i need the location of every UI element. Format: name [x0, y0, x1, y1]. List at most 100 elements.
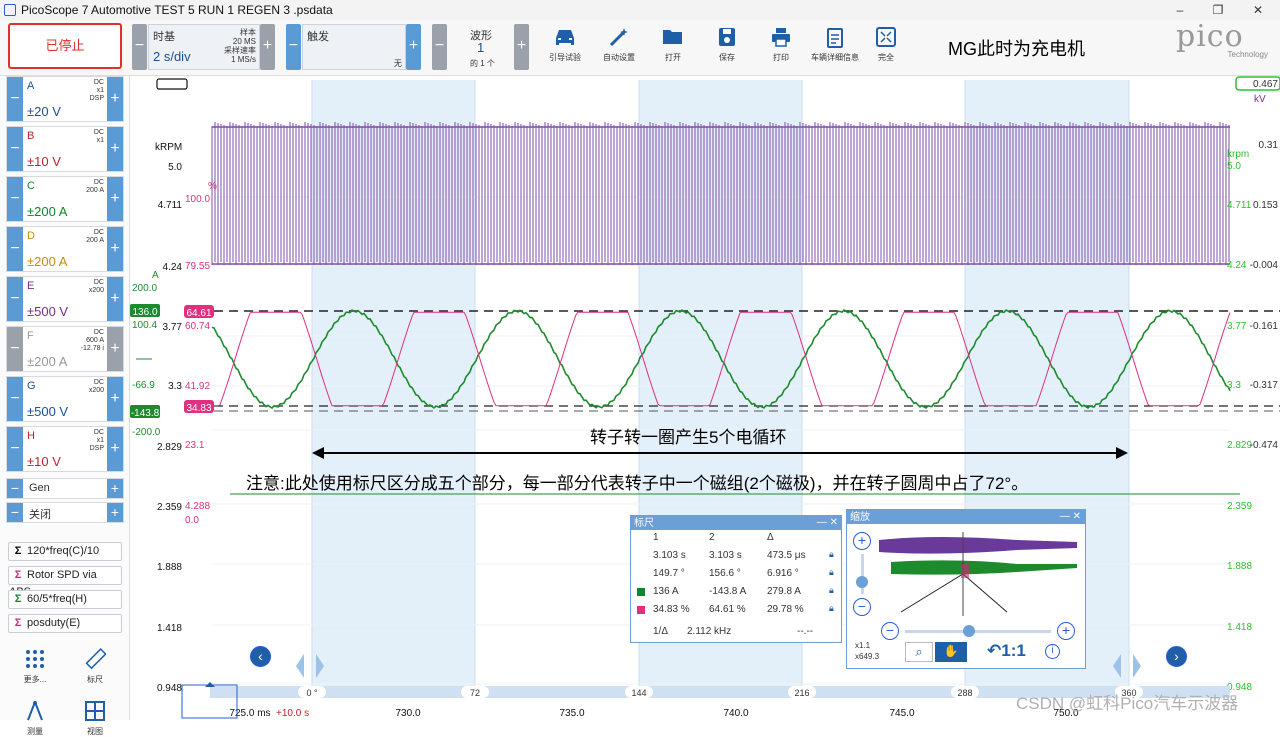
- math-channel-button[interactable]: Σ 120*freq(C)/10: [8, 542, 122, 561]
- left-pink-axis-label: 60.74: [185, 321, 210, 332]
- info-icon[interactable]: i: [1045, 644, 1060, 659]
- zoom-out-vertical-button[interactable]: −: [853, 598, 871, 616]
- trigger-increase-button[interactable]: +: [406, 24, 421, 70]
- zoom-in-horizontal-button[interactable]: +: [1057, 622, 1075, 640]
- lock-icon[interactable]: 🔒︎: [829, 567, 834, 578]
- maximize-button[interactable]: ❐: [1198, 0, 1238, 20]
- save-button[interactable]: 保存: [702, 24, 752, 72]
- printer-icon: [772, 28, 790, 47]
- horizontal-zoom-thumb[interactable]: [963, 625, 975, 637]
- previous-page-button[interactable]: ‹: [250, 646, 271, 667]
- note-annotation: 注意:此处使用标尺区分成五个部分，每一部分代表转子中一个磁组(2个磁极)，并在转…: [246, 474, 1029, 493]
- minimize-button[interactable]: –: [1160, 0, 1200, 20]
- channel-range-decrease-button[interactable]: −: [7, 277, 23, 321]
- lock-icon[interactable]: 🔒︎: [829, 585, 834, 596]
- zoom-overview-panel[interactable]: 缩放 — ✕ + − − + x1.1 x649.3 ⌕ ✋ ↶1:1 i: [846, 509, 1086, 669]
- hand-icon: ✋: [943, 644, 959, 658]
- next-page-button[interactable]: ›: [1166, 646, 1187, 667]
- lock-icon[interactable]: 🔒︎: [829, 549, 834, 560]
- left-axis-label: kRPM: [155, 142, 182, 153]
- math-channel-button[interactable]: Σposduty(E): [8, 614, 122, 633]
- lock-icon[interactable]: 🔒︎: [829, 603, 834, 614]
- right-axis-label: -0.161: [1250, 321, 1279, 332]
- ruler-tool-button[interactable]: 标尺: [70, 648, 120, 685]
- open-button[interactable]: 打开: [648, 24, 698, 72]
- vertical-zoom-slider[interactable]: [861, 554, 864, 594]
- channel-sidebar: − A DC x1 DSP ±20 V + − B DC x1 ±10 V + − C DC 200 A ±200…: [0, 76, 130, 736]
- phase-tick-label: 216: [794, 688, 809, 698]
- guided-test-button[interactable]: 引导试验: [540, 24, 590, 72]
- channel-range-increase-button[interactable]: +: [107, 127, 123, 171]
- trigger-mode: 无: [394, 59, 402, 68]
- pan-tool-button[interactable]: ✋: [935, 642, 967, 662]
- compass-tool-button[interactable]: 测量: [10, 700, 60, 737]
- generator-state-decrease-button[interactable]: −: [7, 503, 23, 522]
- channel-f-control[interactable]: − F DC 600 A -12.78 i ±200 A +: [6, 326, 124, 372]
- timebase-control[interactable]: 时基 2 s/div 样本 20 MS 采样速率 1 MS/s: [148, 24, 260, 70]
- window-title: PicoScope 7 Automotive TEST 5 RUN 1 REGE…: [21, 3, 333, 17]
- channel-range-decrease-button[interactable]: −: [7, 127, 23, 171]
- waveform-control[interactable]: 波形 1 的 1 个: [448, 24, 514, 70]
- close-window-button[interactable]: ✕: [1238, 0, 1278, 20]
- generator-state-control[interactable]: − 关闭 +: [6, 502, 124, 523]
- phase-tick-label: 72: [470, 688, 480, 698]
- channel-range-increase-button[interactable]: +: [107, 327, 123, 371]
- math-channel-button[interactable]: ΣRotor SPD via ABS: [8, 566, 122, 598]
- channel-range-increase-button[interactable]: +: [107, 377, 123, 421]
- view-grid-tool-button[interactable]: 视图: [70, 700, 120, 737]
- channel-range-increase-button[interactable]: +: [107, 277, 123, 321]
- channel-d-control[interactable]: − D DC 200 A ±200 A +: [6, 226, 124, 272]
- timebase-decrease-button[interactable]: −: [132, 24, 147, 70]
- generator-increase-button[interactable]: +: [107, 479, 123, 498]
- ruler-panel[interactable]: 标尺 — ✕ 1 2 Δ 3.103 s 3.103 s 473.5 μs 🔒︎ 149.7 °…: [630, 515, 842, 643]
- zoom-panel-controls[interactable]: — ✕: [1060, 510, 1081, 524]
- channel-range-increase-button[interactable]: +: [107, 77, 123, 121]
- run-stop-button[interactable]: 已停止: [8, 23, 122, 69]
- zoom-tool-button[interactable]: ⌕: [905, 642, 933, 662]
- channel-range-decrease-button[interactable]: −: [7, 377, 23, 421]
- channel-h-control[interactable]: − H DC x1 DSP ±10 V +: [6, 426, 124, 472]
- channel-range-increase-button[interactable]: +: [107, 177, 123, 221]
- grid-dots-icon: [10, 648, 60, 674]
- zoom-out-horizontal-button[interactable]: −: [881, 622, 899, 640]
- left-axis-label: 5.0: [168, 162, 182, 173]
- zoom-in-vertical-button[interactable]: +: [853, 532, 871, 550]
- channel-e-control[interactable]: − E DC x200 ±500 V +: [6, 276, 124, 322]
- phase-tick-label: 288: [957, 688, 972, 698]
- timebase-increase-button[interactable]: +: [260, 24, 275, 70]
- fullscreen-button[interactable]: 完全: [861, 24, 911, 72]
- generator-control[interactable]: − Gen +: [6, 478, 124, 499]
- main-toolbar: 已停止 − 时基 2 s/div 样本 20 MS 采样速率 1 MS/s + − 触…: [0, 20, 1280, 76]
- print-button[interactable]: 打印: [756, 24, 806, 72]
- waveform-previous-button[interactable]: −: [432, 24, 447, 70]
- channel-range-increase-button[interactable]: +: [107, 227, 123, 271]
- channel-range-decrease-button[interactable]: −: [7, 227, 23, 271]
- channel-range: ±10 V: [27, 454, 61, 469]
- vehicle-details-button[interactable]: 车辆详细信息: [810, 24, 860, 72]
- channel-range-decrease-button[interactable]: −: [7, 77, 23, 121]
- generator-decrease-button[interactable]: −: [7, 479, 23, 498]
- auto-setup-button[interactable]: 自动设置: [594, 24, 644, 72]
- channel-range-decrease-button[interactable]: −: [7, 327, 23, 371]
- reset-zoom-button[interactable]: ↶1:1: [987, 641, 1026, 661]
- zoom-panel-header[interactable]: 缩放 — ✕: [847, 510, 1085, 524]
- channel-range-decrease-button[interactable]: −: [7, 177, 23, 221]
- grid-dots-tool-button[interactable]: 更多...: [10, 648, 60, 685]
- waveform-next-button[interactable]: +: [514, 24, 529, 70]
- left-axis-label: 4.711: [158, 200, 183, 211]
- channel-b-control[interactable]: − B DC x1 ±10 V +: [6, 126, 124, 172]
- channel-g-control[interactable]: − G DC x200 ±500 V +: [6, 376, 124, 422]
- math-channel-button[interactable]: Σ 60/5*freq(H): [8, 590, 122, 609]
- trigger-decrease-button[interactable]: −: [286, 24, 301, 70]
- channel-range-decrease-button[interactable]: −: [7, 427, 23, 471]
- vertical-zoom-thumb[interactable]: [856, 576, 868, 588]
- trigger-control[interactable]: 触发 无: [302, 24, 406, 70]
- left-green-axis-label: 100.4: [132, 320, 157, 331]
- right-axis-label: -0.317: [1250, 380, 1279, 391]
- generator-state-increase-button[interactable]: +: [107, 503, 123, 522]
- horizontal-zoom-slider[interactable]: [905, 630, 1051, 633]
- channel-c-control[interactable]: − C DC 200 A ±200 A +: [6, 176, 124, 222]
- zoom-overview-thumbnail[interactable]: [877, 528, 1081, 620]
- channel-range-increase-button[interactable]: +: [107, 427, 123, 471]
- channel-a-control[interactable]: − A DC x1 DSP ±20 V +: [6, 76, 124, 122]
